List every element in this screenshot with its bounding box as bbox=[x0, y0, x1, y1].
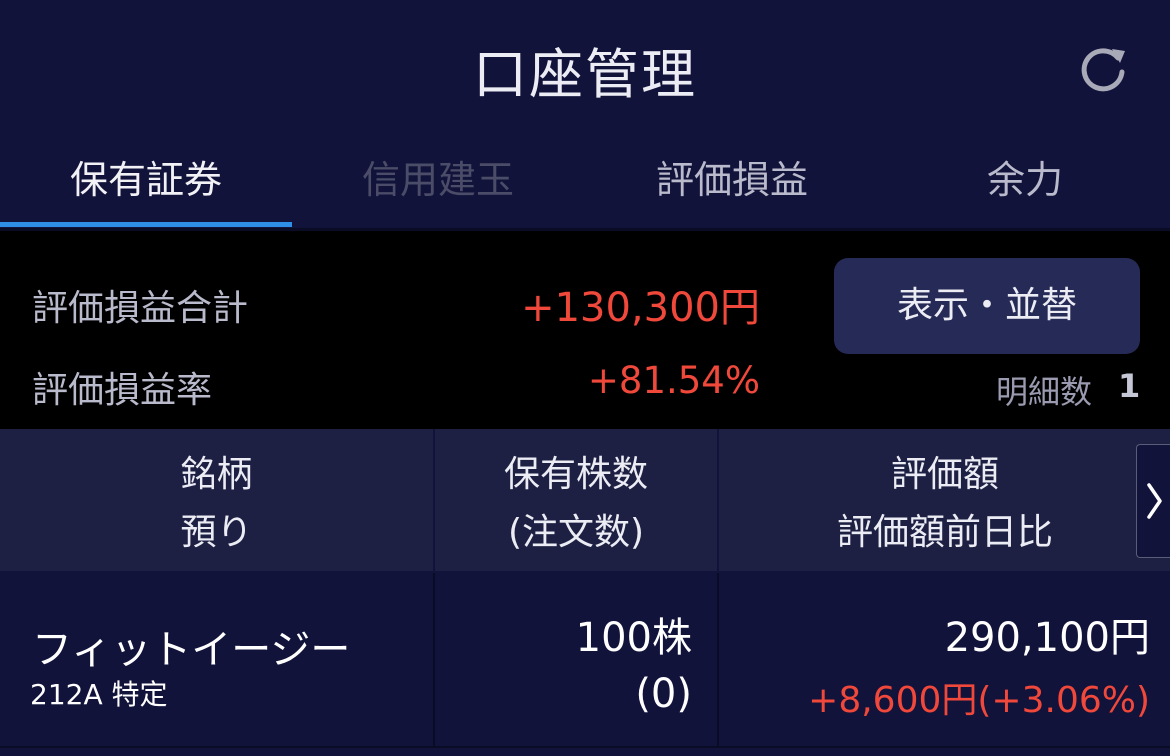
table-header: 銘柄 預り 保有株数 (注文数) 評価額 評価額前日比 bbox=[0, 429, 1170, 571]
column-header-stock-line1: 銘柄 bbox=[180, 454, 253, 495]
column-divider bbox=[433, 573, 435, 746]
order-quantity: (0) bbox=[635, 671, 692, 717]
pl-rate-value: +81.54% bbox=[587, 359, 760, 402]
tab-profit-loss[interactable]: 評価損益 bbox=[584, 140, 880, 225]
column-header-valuation-line2: 評価額前日比 bbox=[836, 512, 1053, 553]
column-header-valuation-line1: 評価額 bbox=[890, 454, 999, 495]
tab-margin-positions: 信用建玉 bbox=[361, 158, 514, 202]
chevron-right-icon bbox=[1147, 483, 1162, 519]
tab-buying-power[interactable]: 余力 bbox=[880, 140, 1170, 225]
column-header-quantity-line2: (注文数) bbox=[507, 512, 645, 553]
total-pl-value: +130,300円 bbox=[521, 285, 760, 331]
total-pl-label: 評価損益合計 bbox=[32, 288, 249, 329]
stock-code-account: 212A 特定 bbox=[30, 678, 168, 711]
column-header-quantity[interactable]: 保有株数 (注文数) bbox=[435, 429, 717, 571]
item-count-label: 明細数 bbox=[996, 373, 1093, 411]
item-count-value: 1 bbox=[1118, 367, 1141, 405]
page-title: 口座管理 bbox=[473, 43, 697, 106]
valuation-change: +8,600円(+3.06%) bbox=[808, 680, 1150, 721]
column-divider bbox=[717, 573, 719, 746]
tab-bar: 保有証券 信用建玉 評価損益 余力 bbox=[0, 140, 1170, 231]
table-row[interactable]: フィットイージー 212A 特定 100株 (0) 290,100円 +8,60… bbox=[0, 573, 1170, 748]
tab-holdings[interactable]: 保有証券 bbox=[0, 140, 292, 225]
account-management-screen: 口座管理 保有証券 信用建玉 評価損益 余力 評価損益合計 +130,300円 … bbox=[0, 0, 1170, 756]
app-header: 口座管理 bbox=[0, 0, 1170, 140]
column-header-valuation[interactable]: 評価額 評価額前日比 bbox=[719, 429, 1170, 571]
display-sort-button[interactable]: 表示・並替 bbox=[834, 258, 1140, 354]
valuation-amount: 290,100円 bbox=[944, 615, 1150, 661]
next-columns-button[interactable] bbox=[1136, 444, 1170, 558]
column-header-stock-line2: 預り bbox=[180, 512, 253, 553]
column-header-quantity-line1: 保有株数 bbox=[503, 454, 648, 495]
refresh-icon[interactable] bbox=[1078, 42, 1130, 94]
pl-rate-label: 評価損益率 bbox=[32, 370, 213, 411]
stock-name: フィットイージー bbox=[32, 627, 351, 673]
holding-quantity: 100株 bbox=[575, 615, 692, 661]
bottom-strip bbox=[0, 748, 1170, 756]
summary-panel: 評価損益合計 +130,300円 評価損益率 +81.54% 表示・並替 明細数… bbox=[0, 231, 1170, 429]
active-tab-indicator bbox=[0, 222, 292, 227]
column-header-stock[interactable]: 銘柄 預り bbox=[0, 429, 433, 571]
